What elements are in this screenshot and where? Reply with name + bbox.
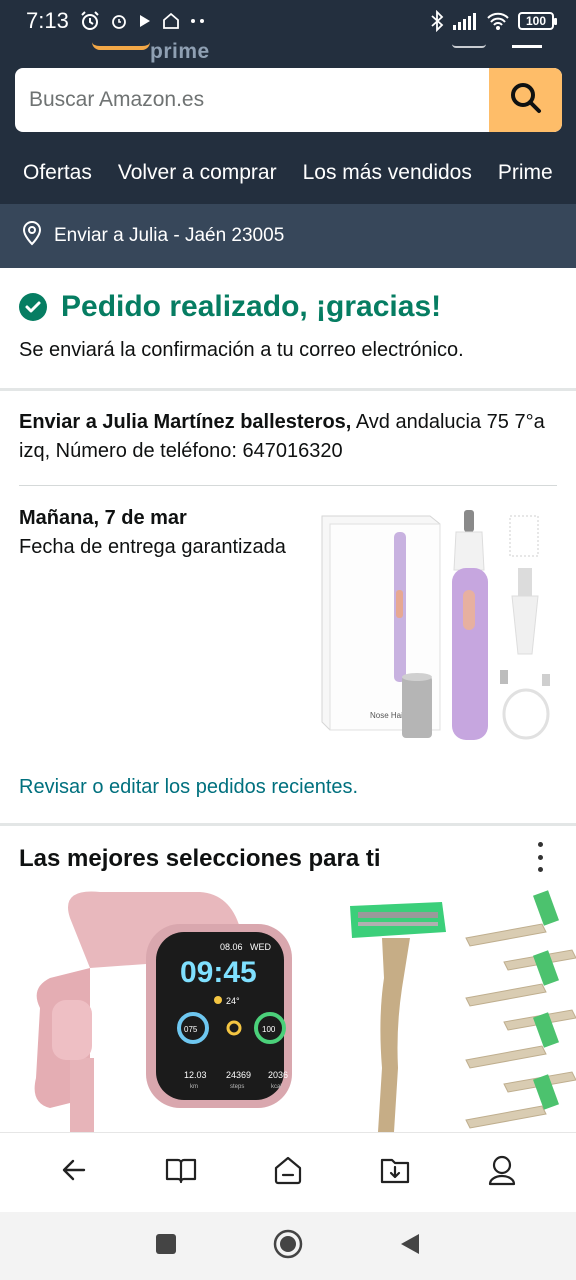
account-icon [487, 1154, 517, 1191]
box-label: Nose Hair [370, 711, 406, 720]
play-icon [137, 13, 153, 29]
divider [0, 388, 576, 391]
system-back-icon[interactable] [399, 1232, 421, 1261]
back-arrow-icon [60, 1156, 88, 1189]
search-button[interactable] [489, 68, 562, 132]
alarm-clock-icon [109, 11, 129, 31]
review-orders-link[interactable]: Revisar o editar los pedidos recientes. [19, 776, 358, 799]
watch-temp: 24° [226, 996, 240, 1006]
product-card-razor[interactable] [344, 888, 454, 1132]
more-options-icon[interactable] [532, 842, 548, 872]
watch-day: WED [250, 942, 271, 952]
prime-video-icon[interactable] [452, 42, 486, 48]
status-time: 7:13 [26, 8, 69, 33]
nav-tab-ofertas[interactable]: Ofertas [0, 161, 105, 185]
product-image[interactable]: Nose Hair [306, 504, 556, 754]
product-card-razor-pack[interactable] [464, 888, 576, 1132]
confirmation-subtitle: Se enviará la confirmación a tu correo e… [19, 339, 464, 361]
watch-ring-left: 075 [184, 1025, 198, 1034]
browser-toolbar [0, 1132, 576, 1212]
divider [19, 485, 557, 486]
watch-stat-3-unit: kcal [271, 1084, 282, 1090]
deliver-to-bar[interactable]: Enviar a Julia - Jaén 23005 [0, 204, 576, 268]
recents-icon[interactable] [155, 1233, 177, 1260]
home-tab-icon [273, 1155, 303, 1190]
recommendations-carousel: 08.06 WED 09:45 24° 075 100 12.03 km 243… [0, 888, 576, 1132]
deliver-to-text: Enviar a Julia - Jaén 23005 [54, 225, 285, 246]
nav-tab-volver-a-comprar[interactable]: Volver a comprar [105, 161, 290, 185]
prime-logo[interactable]: prime [150, 40, 210, 64]
home-tab-button[interactable] [258, 1143, 318, 1203]
confirmation-title: Pedido realizado, ¡gracias! [61, 290, 442, 323]
more-dots-icon [189, 17, 207, 25]
downloads-button[interactable] [365, 1143, 425, 1203]
signal-icon [452, 11, 478, 31]
reader-button[interactable] [151, 1143, 211, 1203]
watch-date: 08.06 [220, 942, 243, 952]
system-navigation-bar [0, 1212, 576, 1280]
system-home-icon[interactable] [273, 1229, 303, 1264]
delivery-info: Mañana, 7 de mar Fecha de entrega garant… [19, 504, 299, 562]
nav-tabs: Ofertas Volver a comprar Los más vendido… [0, 148, 576, 198]
watch-stat-1-unit: km [190, 1084, 198, 1090]
shipping-label: Enviar a Julia Martínez ballesteros, [19, 411, 352, 433]
watch-stat-2: 24369 [226, 1070, 251, 1080]
cart-icon[interactable] [512, 42, 542, 48]
recommendations-title: Las mejores selecciones para ti [19, 845, 381, 872]
delivery-date: Mañana, 7 de mar [19, 507, 187, 529]
alarm-icon [79, 10, 101, 32]
watch-stat-2-unit: steps [230, 1084, 244, 1090]
book-icon [165, 1156, 197, 1189]
product-card-smartwatch[interactable]: 08.06 WED 09:45 24° 075 100 12.03 km 243… [30, 888, 300, 1132]
nav-tab-mas-vendidos[interactable]: Los más vendidos [290, 161, 485, 185]
nav-tab-prime[interactable]: Prime [485, 161, 566, 185]
watch-time: 09:45 [180, 956, 257, 989]
battery-icon: 100 [518, 12, 557, 30]
account-button[interactable] [472, 1143, 532, 1203]
location-pin-icon [20, 220, 44, 252]
home-icon [161, 11, 181, 31]
delivery-note: Fecha de entrega garantizada [19, 536, 286, 558]
order-confirmation: Pedido realizado, ¡gracias! Se enviará l… [0, 268, 576, 388]
watch-stat-3: 2036 [268, 1070, 288, 1080]
amazon-logo-smile [92, 42, 150, 50]
watch-ring-right: 100 [262, 1025, 276, 1034]
back-button[interactable] [44, 1143, 104, 1203]
download-icon [380, 1156, 410, 1189]
wifi-icon [486, 11, 510, 31]
divider [0, 823, 576, 826]
watch-stat-1: 12.03 [184, 1070, 207, 1080]
shipping-address: Enviar a Julia Martínez ballesteros, Avd… [19, 408, 559, 466]
status-bar: 7:13 100 [0, 0, 576, 42]
search-input[interactable] [15, 68, 489, 132]
header: prime Ofertas Volver a comprar Los más v… [0, 40, 576, 204]
search-bar [15, 68, 562, 132]
search-icon [508, 80, 544, 121]
check-circle-icon [19, 293, 47, 321]
bluetooth-icon [430, 10, 444, 32]
